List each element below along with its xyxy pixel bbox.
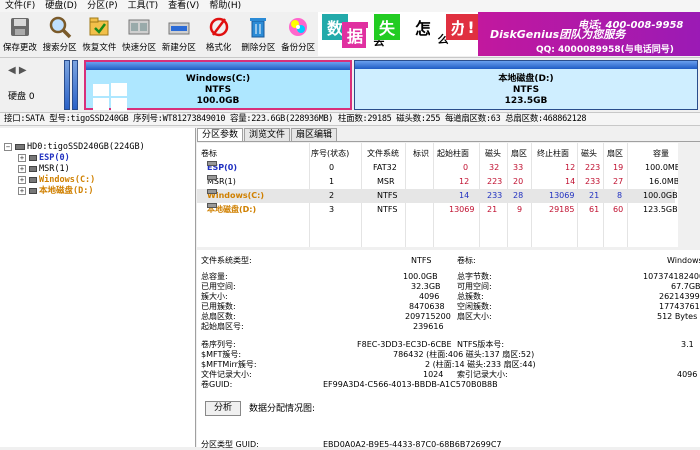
drive-icon	[207, 161, 217, 166]
quick-partition-button[interactable]: 快速分区	[119, 12, 159, 56]
fs-type-value: NTFS	[411, 256, 432, 265]
fs-type-label: 文件系统类型:	[201, 256, 252, 265]
disk-map: ◀ ▶ 硬盘 0 Windows(C:) NTFS 100.0GB 本地磁盘(D…	[0, 57, 700, 112]
partition-table: 卷标 序号(状态) 文件系统 标识 起始柱面 磁头 扇区 终止柱面 磁头 扇区 …	[197, 143, 700, 247]
partition-segment-c[interactable]: Windows(C:) NTFS 100.0GB	[84, 60, 352, 112]
format-button[interactable]: 格式化	[199, 12, 239, 56]
save-icon	[8, 15, 32, 39]
partition-icon	[29, 187, 37, 194]
vol-label-label: 卷标:	[457, 256, 476, 265]
backup-icon	[286, 15, 310, 39]
menu-bar: 文件(F) 硬盘(D) 分区(P) 工具(T) 查看(V) 帮助(H)	[0, 0, 700, 12]
tree-item-esp[interactable]: + ESP(0)	[18, 153, 70, 164]
tab-partition-params[interactable]: 分区参数	[197, 128, 244, 141]
partition-d-name: 本地磁盘(D:)	[498, 74, 554, 84]
menu-file[interactable]: 文件(F)	[0, 0, 40, 12]
expand-icon[interactable]: +	[18, 164, 26, 173]
partition-icon	[29, 176, 37, 183]
tree-item-local-d[interactable]: + 本地磁盘(D:)	[18, 186, 93, 197]
table-scrollbar[interactable]	[678, 143, 700, 247]
windows-logo-icon	[92, 82, 128, 112]
expand-icon[interactable]: +	[18, 175, 26, 184]
partition-icon	[29, 165, 37, 172]
vol-label-value: Windows	[667, 256, 700, 265]
ad-banner[interactable]: 数 据 丢 失 怎 么 办 ! DiskGenius团队为您服务 电话: 400…	[318, 12, 700, 56]
table-row[interactable]: MSR(1) 1 MSR 12 223 20 14 233 27 16.0MB	[197, 175, 679, 189]
disk-info-line: 接口:SATA 型号:tigoSSD240GB 序列号:WT8127384901…	[0, 112, 700, 126]
table-row-selected[interactable]: Windows(C:) 2 NTFS 14 233 28 13069 21 8 …	[197, 189, 678, 203]
expand-icon[interactable]: +	[18, 153, 26, 162]
recover-icon	[87, 15, 111, 39]
search-icon	[48, 15, 72, 39]
table-header: 卷标 序号(状态) 文件系统 标识 起始柱面 磁头 扇区 终止柱面 磁头 扇区 …	[201, 149, 669, 158]
menu-help[interactable]: 帮助(H)	[204, 0, 246, 12]
expand-icon[interactable]: +	[18, 186, 26, 195]
collapse-icon[interactable]: −	[4, 142, 12, 151]
allocation-map-label: 数据分配情况图:	[249, 404, 316, 414]
format-icon	[207, 15, 231, 39]
banner-tile: 据	[342, 22, 368, 48]
partition-d-size: 123.5GB	[504, 96, 548, 106]
tree-item-windows[interactable]: + Windows(C:)	[18, 175, 95, 186]
disk-label: 硬盘 0	[8, 92, 35, 102]
tree-item-msr[interactable]: + MSR(1)	[18, 164, 70, 175]
tab-browse-files[interactable]: 浏览文件	[244, 128, 291, 141]
new-partition-icon	[167, 15, 191, 39]
partition-details: 文件系统类型: NTFS 卷标: Windows 总容量: 100.0GB 已用…	[197, 250, 700, 449]
quick-partition-icon	[127, 15, 151, 39]
tree-root[interactable]: − HD0:tigoSSD240GB(224GB)	[4, 142, 145, 153]
delete-icon	[246, 15, 270, 39]
banner-qq: QQ: 4000089958(与电话同号)	[536, 45, 674, 55]
banner-tel: 电话: 400-008-9958	[578, 20, 684, 31]
toolbar: 保存更改 搜索分区 恢复文件 快速分区 新建分区 格式化 删除分区 备份分区	[0, 12, 318, 56]
recover-files-button[interactable]: 恢复文件	[80, 12, 120, 56]
partition-icon	[29, 154, 37, 161]
tab-bar: 分区参数 浏览文件 扇区编辑	[197, 128, 700, 142]
drive-icon	[207, 175, 217, 180]
banner-tile: !	[464, 14, 478, 40]
partition-segment-esp[interactable]	[64, 60, 70, 110]
drive-icon	[207, 203, 217, 208]
partition-segment-msr[interactable]	[72, 60, 78, 110]
disk-nav-arrows[interactable]: ◀ ▶	[8, 65, 27, 76]
analyze-button[interactable]: 分析	[205, 401, 241, 416]
menu-view[interactable]: 查看(V)	[163, 0, 204, 12]
save-changes-button[interactable]: 保存更改	[0, 12, 40, 56]
banner-tile: 失	[374, 14, 400, 40]
menu-tools[interactable]: 工具(T)	[123, 0, 164, 12]
search-partition-button[interactable]: 搜索分区	[40, 12, 80, 56]
banner-contact: DiskGenius团队为您服务 电话: 400-008-9958 QQ: 40…	[478, 12, 700, 56]
drive-icon	[207, 189, 217, 194]
table-row[interactable]: ESP(0) 0 FAT32 0 32 33 12 223 19 100.0MB	[197, 161, 680, 175]
menu-partition[interactable]: 分区(P)	[82, 0, 122, 12]
partition-d-fs: NTFS	[512, 85, 540, 95]
menu-disk[interactable]: 硬盘(D)	[40, 0, 82, 12]
table-row[interactable]: 本地磁盘(D:) 3 NTFS 13069 21 9 29185 61 60 1…	[197, 203, 678, 217]
delete-partition-button[interactable]: 删除分区	[239, 12, 279, 56]
new-partition-button[interactable]: 新建分区	[159, 12, 199, 56]
partition-segment-d[interactable]: 本地磁盘(D:) NTFS 123.5GB	[354, 60, 698, 110]
tab-sector-edit[interactable]: 扇区编辑	[291, 128, 338, 141]
backup-partition-button[interactable]: 备份分区	[278, 12, 318, 56]
disk-tree: − HD0:tigoSSD240GB(224GB) + ESP(0) + MSR(1)…	[0, 128, 196, 447]
hdd-icon	[15, 143, 25, 150]
